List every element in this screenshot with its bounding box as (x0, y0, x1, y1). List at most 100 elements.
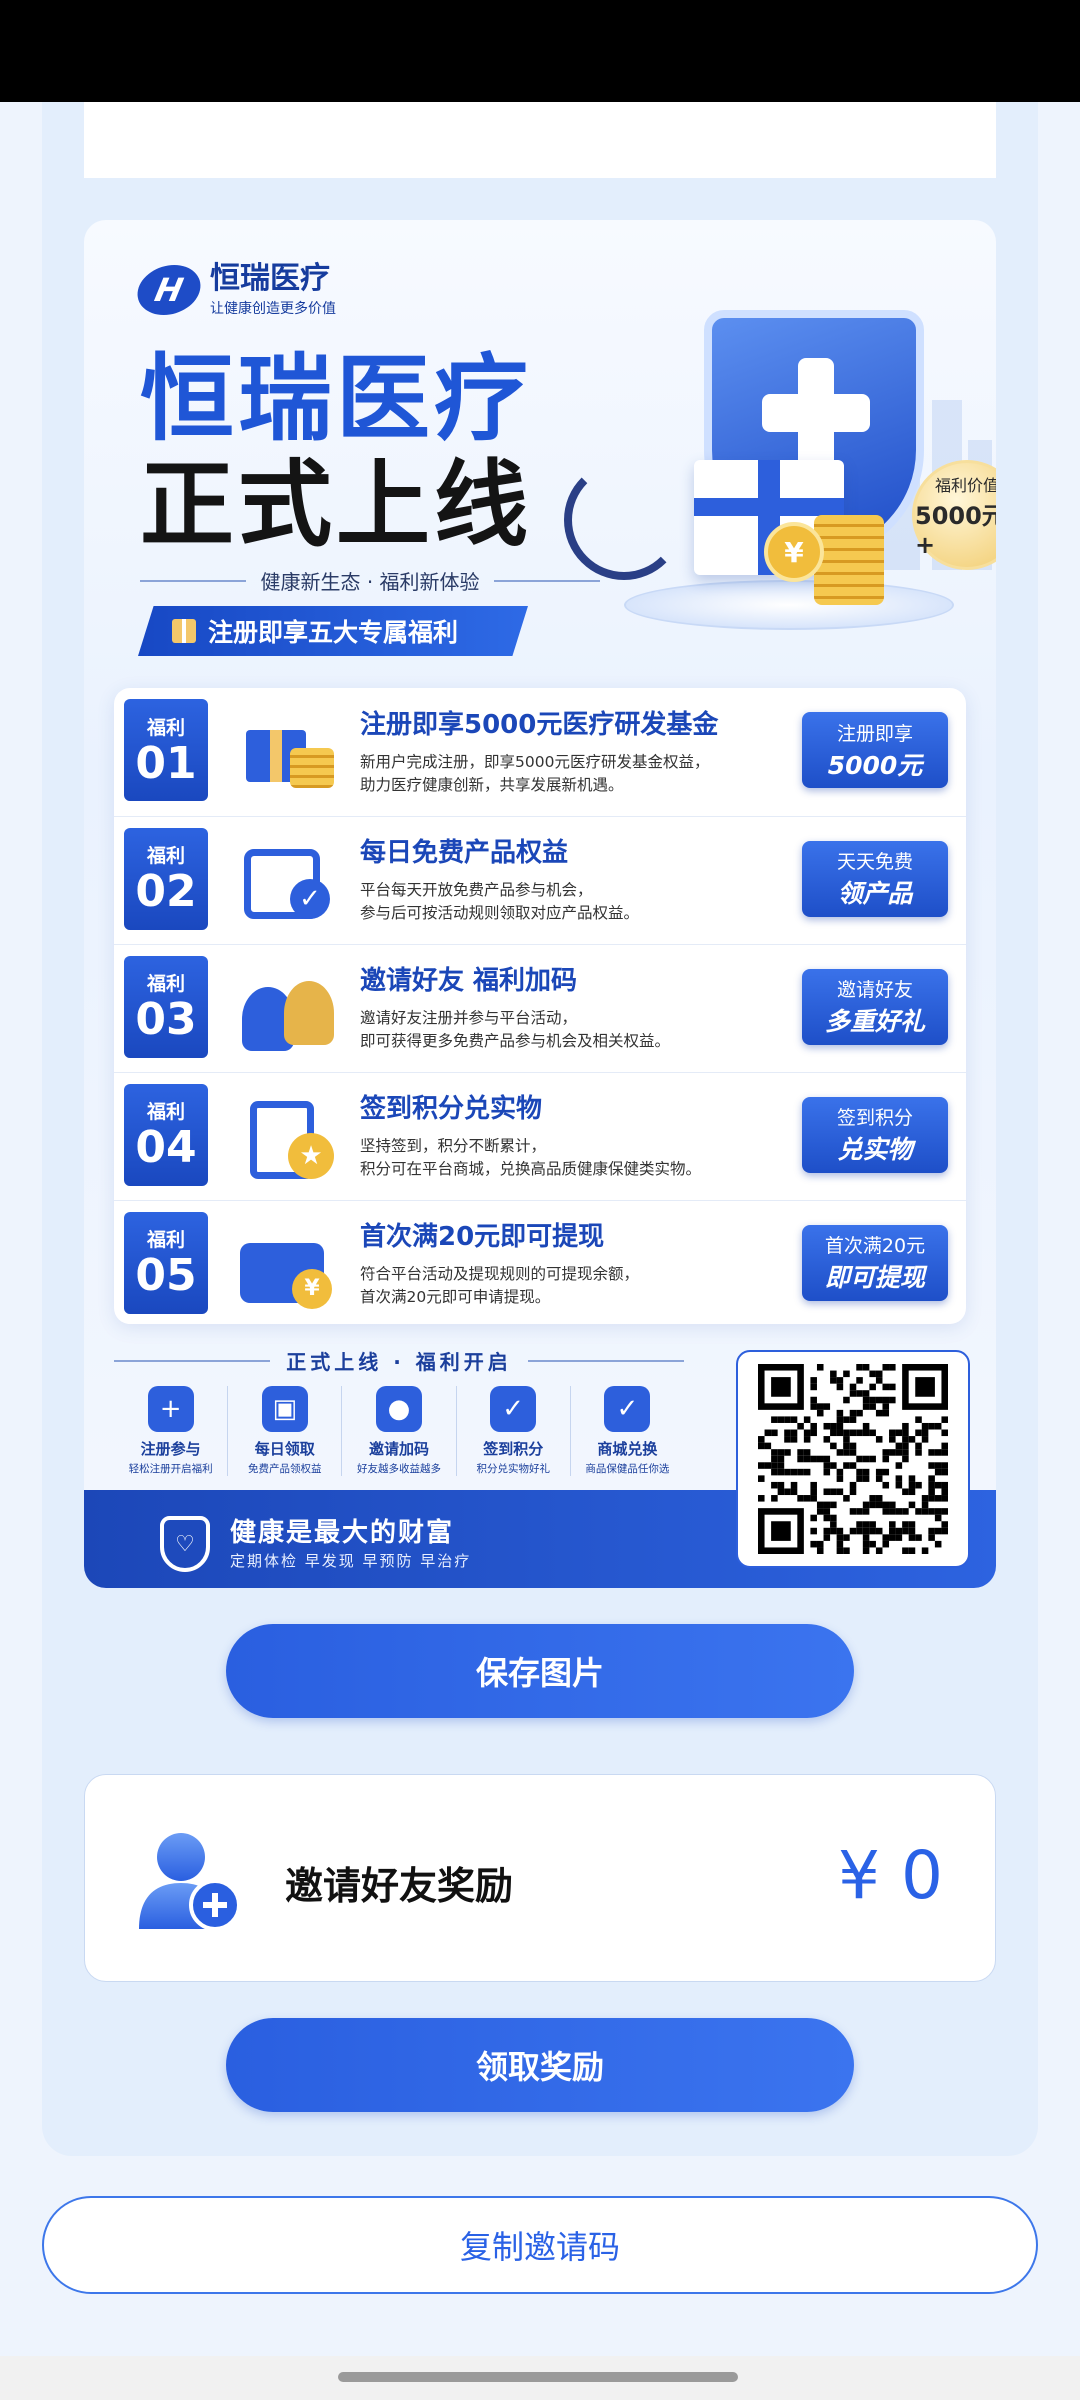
copy-invite-code-button[interactable]: 复制邀请码 (42, 2196, 1038, 2294)
qr-code-icon (758, 1364, 948, 1554)
feature-label: 每日领取 (254, 1440, 315, 1458)
benefit-tag-label: 福利 (146, 845, 185, 867)
feature-item: ✓ 商城兑换 商品保健品任你选 (571, 1386, 684, 1476)
benefit-row: 福利 03 邀请好友 福利加码 邀请好友注册并参与平台活动， 即可获得更多免费产… (114, 944, 966, 1068)
benefit-tag: 福利 04 (124, 1083, 208, 1186)
feature-sub: 免费产品领权益 (248, 1463, 322, 1475)
invite-reward-label: 邀请好友奖励 (285, 1864, 514, 1908)
feature-sub: 商品保健品任你选 (585, 1463, 670, 1475)
launch-divider: 正式上线 · 福利开启 (114, 1346, 684, 1375)
save-image-button[interactable]: 保存图片 (226, 1624, 854, 1718)
benefit-tag-number: 04 (135, 1122, 197, 1173)
feature-item: ▣ 每日领取 免费产品领权益 (228, 1386, 343, 1476)
feature-label: 邀请加码 (369, 1440, 430, 1458)
benefit-desc: 即可获得更多免费产品参与机会及相关权益。 (360, 1032, 671, 1050)
benefit-row: 福利 05 ¥ 首次满20元即可提现 符合平台活动及提现规则的可提现余额， 首次… (114, 1200, 966, 1324)
benefit-desc: 坚持签到，积分不断累计， (360, 1137, 547, 1155)
benefit-desc: 平台每天开放免费产品参与机会， (360, 881, 593, 899)
benefit-badge: 天天免费 领产品 (802, 840, 948, 917)
hero-illustration: ¥ 福利价值 5000元+ (564, 290, 996, 660)
heart-shield-icon: ♡ (160, 1516, 210, 1572)
benefit-tag-label: 福利 (146, 716, 185, 739)
feature-sub: 积分兑实物好礼 (476, 1463, 550, 1475)
benefit-tag-number: 03 (135, 994, 197, 1045)
benefit-row: 福利 01 注册即享5000元医疗研发基金 新用户完成注册，即享5000元医疗研… (114, 688, 966, 812)
calendar-check-icon: ✓ (490, 1386, 537, 1432)
subline: 健康新生态 · 福利新体验 (140, 566, 601, 595)
benefit-title: 每日免费产品权益 (360, 838, 569, 868)
benefit-badge: 注册即享 5000元 (802, 712, 948, 788)
logo-slogan: 让健康创造更多价值 (210, 301, 336, 317)
feature-label: 商城兑换 (597, 1440, 658, 1458)
benefit-title: 首次满20元即可提现 (360, 1222, 605, 1252)
launch-line-text: 正式上线 · 福利开启 (286, 1350, 512, 1374)
invite-reward-card: 邀请好友奖励 ¥ 0 (84, 1774, 996, 1982)
benefit-badge-bottom: 多重好礼 (824, 1007, 925, 1036)
footer-title: 健康是最大的财富 (230, 1518, 455, 1548)
invite-qr-code (736, 1350, 970, 1568)
shopping-bag-icon: ✓ (604, 1386, 651, 1432)
badge-value: 5000元+ (915, 501, 996, 559)
benefit-badge-top: 天天免费 (836, 851, 913, 873)
coin-stack-icon (814, 515, 884, 605)
gift-icon (172, 619, 196, 643)
headline-launch: 正式上线 (140, 451, 533, 560)
feature-label: 签到积分 (483, 1440, 544, 1458)
benefit-title: 注册即享5000元医疗研发基金 (360, 709, 719, 740)
benefit-title: 邀请好友 福利加码 (360, 966, 578, 996)
logo-name: 恒瑞医疗 (210, 261, 330, 296)
calendar-check-icon: ✓ (222, 829, 352, 929)
benefit-badge: 签到积分 兑实物 (802, 1096, 948, 1173)
clipboard-star-icon: ★ (222, 1085, 352, 1185)
benefit-row: 福利 02 ✓ 每日免费产品权益 平台每天开放免费产品参与机会， 参与后可按活动… (114, 816, 966, 940)
benefit-desc: 助力医疗健康创新，共享发展新机遇。 (360, 775, 624, 794)
benefit-badge: 首次满20元 即可提现 (802, 1224, 948, 1301)
gift-icon: ▣ (261, 1386, 308, 1432)
footer-subtitle: 定期体检 早发现 早预防 早治疗 (230, 1552, 472, 1570)
benefit-tag: 福利 05 (124, 1211, 208, 1314)
benefit-desc: 邀请好友注册并参与平台活动， (360, 1009, 578, 1027)
wallet-icon: ¥ (222, 1213, 352, 1313)
invite-reward-amount: ¥ 0 (838, 1837, 943, 1914)
benefits-banner: 注册即享五大专属福利 (138, 606, 528, 656)
gift-coins-icon (222, 700, 352, 800)
benefit-tag-label: 福利 (146, 1101, 185, 1123)
add-user-icon (139, 1833, 241, 1931)
benefit-tag: 福利 01 (124, 699, 208, 801)
benefit-row: 福利 04 ★ 签到积分兑实物 坚持签到，积分不断累计， 积分可在平台商城，兑换… (114, 1072, 966, 1196)
benefit-tag-label: 福利 (146, 973, 185, 995)
yuan-coin-icon: ¥ (764, 522, 824, 582)
benefit-desc: 积分可在平台商城，兑换高品质健康保健类实物。 (360, 1160, 702, 1178)
benefit-badge: 邀请好友 多重好礼 (802, 968, 948, 1045)
feature-sub: 轻松注册开启福利 (128, 1463, 213, 1475)
brand-logo: H 恒瑞医疗 让健康创造更多价值 (132, 261, 336, 318)
headline-brand: 恒瑞医疗 (140, 345, 533, 454)
users-icon: ● (376, 1386, 422, 1432)
benefit-title: 签到积分兑实物 (360, 1094, 543, 1124)
subline-text: 健康新生态 · 福利新体验 (260, 570, 480, 594)
benefit-badge-top: 签到积分 (836, 1107, 913, 1129)
benefit-desc: 首次满20元即可申请提现。 (360, 1288, 551, 1306)
home-indicator[interactable] (338, 2372, 738, 2382)
benefit-tag-number: 01 (135, 737, 197, 789)
top-white-strip (84, 102, 996, 178)
feature-label: 注册参与 (140, 1440, 201, 1458)
claim-reward-button[interactable]: 领取奖励 (226, 2018, 854, 2112)
benefit-desc: 符合平台活动及提现规则的可提现余额， (360, 1265, 640, 1283)
benefit-badge-bottom: 5000元 (827, 750, 923, 780)
benefit-badge-top: 邀请好友 (836, 979, 913, 1001)
benefit-badge-bottom: 即可提现 (824, 1263, 925, 1292)
user-plus-icon: + (147, 1386, 194, 1432)
invite-poster-image: H 恒瑞医疗 让健康创造更多价值 恒瑞医疗 正式上线 健康新生态 · 福利新体验… (84, 220, 996, 1588)
pedestal-graphic (624, 580, 954, 630)
benefit-badge-top: 首次满20元 (824, 1235, 926, 1257)
divider-line (140, 579, 247, 582)
banner-text: 注册即享五大专属福利 (208, 618, 459, 647)
users-icon (222, 957, 352, 1057)
benefit-tag: 福利 02 (124, 827, 208, 930)
badge-label: 福利价值 (934, 475, 996, 495)
feature-icons-row: + 注册参与 轻松注册开启福利 ▣ 每日领取 免费产品领权益 ● 邀请加码 好友… (114, 1386, 684, 1476)
feature-sub: 好友越多收益越多 (357, 1463, 441, 1475)
benefit-tag-number: 02 (135, 866, 197, 917)
benefit-tag: 福利 03 (124, 955, 208, 1058)
